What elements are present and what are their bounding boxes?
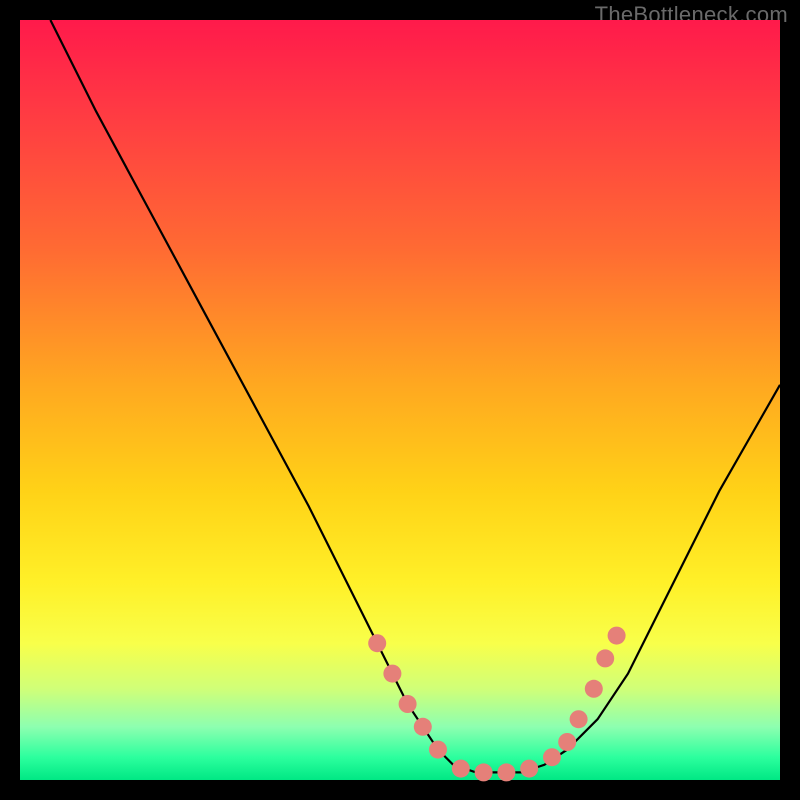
curve-marker	[596, 649, 614, 667]
curve-marker	[520, 760, 538, 778]
curve-marker	[497, 763, 515, 781]
curve-marker	[368, 634, 386, 652]
curve-marker	[452, 760, 470, 778]
chart-frame: TheBottleneck.com	[0, 0, 800, 800]
curve-marker	[543, 748, 561, 766]
bottleneck-curve	[50, 20, 780, 772]
curve-marker	[399, 695, 417, 713]
curve-svg	[20, 20, 780, 780]
curve-marker	[608, 627, 626, 645]
curve-markers	[368, 627, 625, 782]
curve-marker	[429, 741, 447, 759]
plot-area	[20, 20, 780, 780]
curve-marker	[414, 718, 432, 736]
curve-marker	[585, 680, 603, 698]
curve-marker	[558, 733, 576, 751]
curve-marker	[383, 665, 401, 683]
curve-marker	[475, 763, 493, 781]
curve-marker	[570, 710, 588, 728]
